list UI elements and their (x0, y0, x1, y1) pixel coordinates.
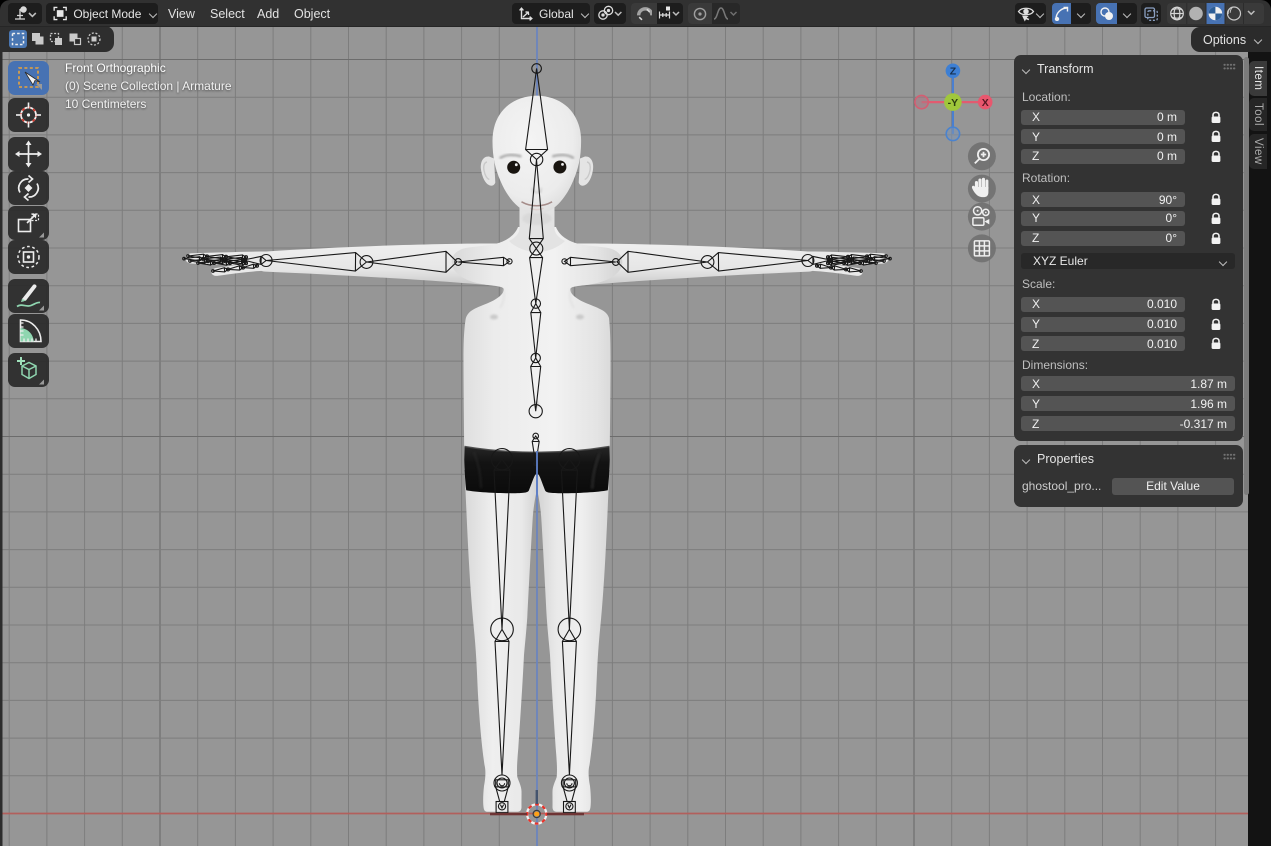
svg-text:Z: Z (950, 66, 957, 78)
svg-text:X: X (982, 97, 989, 109)
svg-text:-Y: -Y (948, 97, 959, 109)
